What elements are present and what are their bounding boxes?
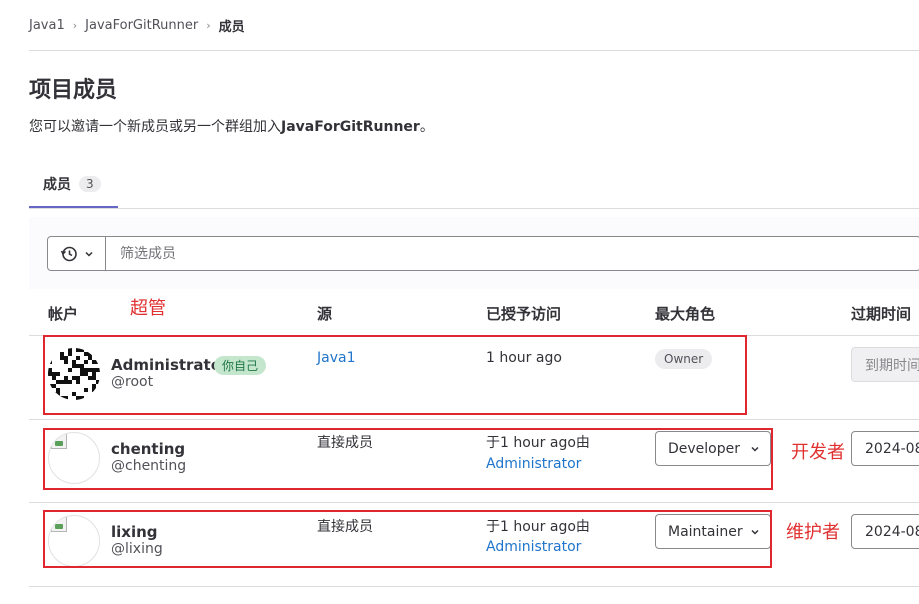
breadcrumb-item-project[interactable]: JavaForGitRunner	[85, 18, 198, 33]
page-subtitle: 您可以邀请一个新成员或另一个群组加入JavaForGitRunner。	[29, 116, 434, 136]
header-source: 源	[317, 305, 333, 323]
divider	[29, 586, 919, 587]
chevron-down-icon	[84, 251, 93, 257]
page-title: 项目成员	[29, 78, 118, 103]
header-max-role: 最大角色	[655, 305, 716, 323]
annotation-maintainer: 维护者	[786, 522, 840, 543]
annotation-developer: 开发者	[791, 442, 845, 463]
tab-bar: 成员 3	[29, 162, 919, 209]
chevron-right-icon: ›	[206, 19, 211, 32]
divider	[29, 50, 919, 51]
recent-searches-button[interactable]	[48, 237, 106, 270]
annotation-box	[43, 428, 773, 490]
header-granted: 已授予访问	[486, 305, 562, 323]
subtitle-text: 您可以邀请一个新成员或另一个群组加入	[29, 119, 281, 135]
filter-box	[47, 236, 919, 271]
tab-members[interactable]: 成员 3	[29, 162, 118, 208]
annotation-admin: 超管	[130, 298, 166, 319]
subtitle-suffix: 。	[419, 119, 434, 135]
divider	[29, 502, 919, 503]
history-icon	[60, 246, 77, 261]
tab-count-badge: 3	[79, 176, 101, 192]
annotation-box	[43, 335, 747, 415]
filter-members-input[interactable]	[106, 237, 919, 270]
expiration-date-input[interactable]: 2024-08	[851, 514, 919, 549]
expiration-date-input: 到期时间	[851, 347, 919, 382]
breadcrumb-current: 成员	[218, 20, 245, 35]
chevron-right-icon: ›	[72, 19, 78, 32]
header-expiration: 过期时间	[851, 305, 912, 323]
subtitle-project-name: JavaForGitRunner	[281, 119, 420, 135]
breadcrumb-item-group[interactable]: Java1	[29, 18, 65, 33]
annotation-box	[43, 510, 772, 568]
expiration-date-input[interactable]: 2024-08	[851, 431, 919, 466]
header-account: 帐户	[48, 305, 79, 323]
breadcrumb: Java1 › JavaForGitRunner › 成员	[29, 16, 245, 35]
tab-label: 成员	[43, 177, 71, 193]
divider	[29, 419, 919, 420]
filter-bar	[29, 217, 919, 289]
